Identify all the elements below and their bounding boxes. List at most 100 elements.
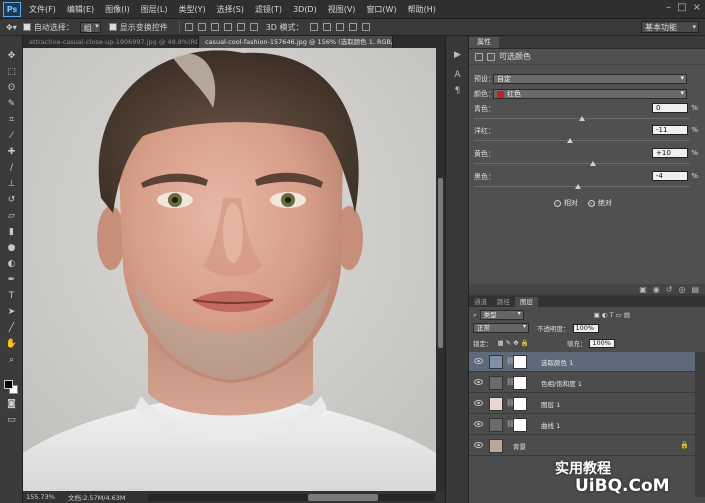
eraser-icon[interactable]: ▱	[5, 210, 18, 222]
menu-type[interactable]: 类型(Y)	[178, 4, 205, 15]
healing-icon[interactable]: ✚	[5, 146, 18, 158]
quick-mask-icon[interactable]: ◙	[5, 398, 18, 410]
fill-field[interactable]: 100%	[589, 338, 616, 348]
radio-relative[interactable]	[554, 199, 561, 207]
reset-icon[interactable]: ↺	[666, 285, 673, 294]
auto-select-checkbox[interactable]	[22, 23, 31, 31]
hand-icon[interactable]: ✋	[5, 338, 18, 350]
play-icon[interactable]: ▶	[452, 50, 463, 61]
menu-filter[interactable]: 滤镜(T)	[255, 4, 282, 15]
rotate-3d-icon[interactable]	[309, 23, 318, 31]
layer-row[interactable]: ⛓ 色相/饱和度 1	[469, 373, 695, 393]
colors-dropdown[interactable]: 红色	[493, 89, 687, 99]
horizontal-scrollbar[interactable]	[148, 493, 435, 501]
slider-black-value[interactable]: -4	[652, 171, 688, 181]
slider-magenta-value[interactable]: -11	[652, 125, 688, 135]
radio-absolute[interactable]	[588, 199, 595, 207]
mask-thumb[interactable]	[513, 418, 527, 432]
blur-icon[interactable]: ●	[5, 242, 18, 254]
menu-view[interactable]: 视图(V)	[328, 4, 356, 15]
auto-select-dropdown[interactable]: 组	[79, 21, 101, 33]
path-select-icon[interactable]: ➤	[5, 306, 18, 318]
layer-row[interactable]: ⛓ 曲线 1	[469, 415, 695, 435]
opacity-field[interactable]: 100%	[572, 323, 599, 333]
crop-icon[interactable]: ⌗	[5, 114, 18, 126]
slider-cyan-value[interactable]: 0	[652, 103, 688, 113]
layer-row[interactable]: ⛓ 选取颜色 1	[469, 352, 695, 372]
quick-select-icon[interactable]: ✎	[5, 98, 18, 110]
doc-tab-2[interactable]: casual-cool-fashion-157646.jpg @ 156% (选…	[199, 36, 393, 48]
menu-image[interactable]: 图像(I)	[105, 4, 130, 15]
foreground-color-swatch[interactable]	[4, 380, 13, 389]
pen-icon[interactable]: ✒	[5, 274, 18, 286]
trash-icon[interactable]: ▤	[691, 285, 699, 294]
gradient-icon[interactable]: ▮	[5, 226, 18, 238]
mask-thumb[interactable]	[513, 355, 527, 369]
paragraph-panel-icon[interactable]: ¶	[452, 86, 463, 97]
menu-select[interactable]: 选择(S)	[217, 4, 244, 15]
method-relative[interactable]: 相对	[554, 198, 578, 208]
visibility-icon[interactable]: ◎	[678, 285, 685, 294]
blend-mode-dropdown[interactable]: 正常	[473, 323, 529, 333]
move-icon[interactable]: ✥	[5, 50, 18, 62]
history-brush-icon[interactable]: ↺	[5, 194, 18, 206]
close-button[interactable]: ×	[693, 2, 701, 13]
method-absolute[interactable]: 绝对	[588, 198, 612, 208]
eye-icon[interactable]	[474, 442, 483, 448]
slider-magenta-track[interactable]	[474, 140, 690, 141]
layer-filter-dropdown[interactable]: 类型	[479, 310, 524, 320]
tab-paths[interactable]: 路径	[492, 297, 515, 307]
menu-window[interactable]: 窗口(W)	[366, 4, 396, 15]
mask-thumb[interactable]	[513, 376, 527, 390]
layers-scrollbar[interactable]	[695, 352, 705, 497]
preset-dropdown[interactable]: 自定	[493, 74, 687, 84]
slider-cyan-handle[interactable]	[579, 116, 585, 121]
tab-properties[interactable]: 属性	[469, 37, 499, 48]
maximize-button[interactable]: □	[677, 2, 686, 13]
workspace-dropdown[interactable]: 基本功能	[641, 21, 699, 33]
brush-icon[interactable]: ∕	[5, 162, 18, 174]
screen-mode-icon[interactable]: ▭	[5, 414, 18, 426]
align-hcenter-icon[interactable]	[236, 23, 245, 31]
dodge-icon[interactable]: ◐	[5, 258, 18, 270]
mask-thumb[interactable]	[513, 397, 527, 411]
tab-channels[interactable]: 通道	[469, 297, 492, 307]
zoom-icon[interactable]: ⌕	[5, 354, 18, 366]
drag-3d-icon[interactable]	[335, 23, 344, 31]
align-bottom-icon[interactable]	[210, 23, 219, 31]
menu-3d[interactable]: 3D(D)	[293, 5, 317, 14]
marquee-icon[interactable]: ⬚	[5, 66, 18, 78]
slide-3d-icon[interactable]	[348, 23, 357, 31]
roll-3d-icon[interactable]	[322, 23, 331, 31]
slider-yellow-track[interactable]	[474, 163, 690, 164]
mask-icon[interactable]	[487, 52, 495, 61]
menu-help[interactable]: 帮助(H)	[408, 4, 436, 15]
stamp-icon[interactable]: ⊥	[5, 178, 18, 190]
menu-edit[interactable]: 编辑(E)	[67, 4, 94, 15]
slider-yellow-value[interactable]: +10	[652, 148, 688, 158]
view-previous-icon[interactable]: ◉	[653, 285, 660, 294]
shape-icon[interactable]: ╱	[5, 322, 18, 334]
align-top-icon[interactable]	[184, 23, 193, 31]
filter-icons[interactable]: ▣ ◐ T ▭ ▤	[594, 311, 630, 319]
align-left-icon[interactable]	[223, 23, 232, 31]
eye-icon[interactable]	[474, 358, 483, 364]
menu-file[interactable]: 文件(F)	[29, 4, 56, 15]
slider-yellow-handle[interactable]	[589, 161, 596, 166]
lock-icons[interactable]: ▦ ✎ ✥ 🔒	[498, 339, 529, 347]
character-panel-icon[interactable]: A	[452, 70, 463, 81]
move-tool-icon[interactable]: ✥▾	[6, 23, 17, 32]
layer-row[interactable]: 背景 🔒	[469, 436, 695, 456]
eye-icon[interactable]	[474, 421, 483, 427]
slider-black-handle[interactable]	[574, 184, 581, 189]
slider-black-track[interactable]	[474, 186, 690, 187]
menu-layer[interactable]: 图层(L)	[141, 4, 168, 15]
eye-icon[interactable]	[474, 400, 483, 406]
show-transform-checkbox[interactable]	[108, 23, 117, 31]
scale-3d-icon[interactable]	[361, 23, 370, 31]
type-icon[interactable]: T	[5, 290, 18, 302]
zoom-level[interactable]: 155.73%	[26, 493, 68, 501]
vertical-scrollbar[interactable]	[436, 48, 445, 491]
document-canvas[interactable]	[23, 48, 436, 491]
eyedropper-icon[interactable]: ⁄	[5, 130, 18, 142]
